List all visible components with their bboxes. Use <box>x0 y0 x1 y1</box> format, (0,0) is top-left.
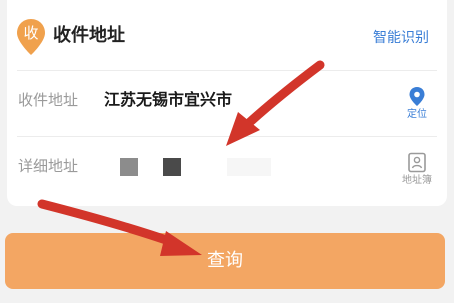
address-book-icon <box>408 152 426 173</box>
card-title: 收件地址 <box>53 25 125 46</box>
locate-button[interactable]: 定位 <box>399 86 435 126</box>
card-header: 收 收件地址 智能识别 <box>7 0 447 70</box>
divider <box>17 70 437 71</box>
express-query-screen: 收 收件地址 智能识别 收件地址 江苏无锡市宜兴市 定位 详细地址 地址簿 查询 <box>0 0 454 303</box>
address-card: 收 收件地址 智能识别 收件地址 江苏无锡市宜兴市 定位 详细地址 地址簿 <box>7 0 447 206</box>
query-button[interactable]: 查询 <box>5 233 445 289</box>
address-book-button[interactable]: 地址簿 <box>399 152 435 192</box>
receiver-address-label: 收件地址 <box>18 91 79 109</box>
address-book-label: 地址簿 <box>402 175 432 186</box>
map-pin-badge-icon: 收 <box>16 18 46 56</box>
redaction-mosaic-block <box>120 158 138 176</box>
detail-address-row[interactable]: 详细地址 地址簿 <box>7 136 447 202</box>
redaction-mosaic-block <box>163 158 181 176</box>
receiver-address-value[interactable]: 江苏无锡市宜兴市 <box>104 89 232 111</box>
query-button-label: 查询 <box>207 250 243 271</box>
redaction-mosaic-block <box>227 158 271 176</box>
locate-label: 定位 <box>407 109 427 120</box>
detail-address-label: 详细地址 <box>18 157 79 175</box>
badge-text: 收 <box>23 24 39 42</box>
location-pin-icon <box>409 87 425 106</box>
divider <box>17 136 437 137</box>
smart-recognize-link[interactable]: 智能识别 <box>373 28 429 48</box>
receiver-address-row[interactable]: 收件地址 江苏无锡市宜兴市 定位 <box>7 70 447 136</box>
